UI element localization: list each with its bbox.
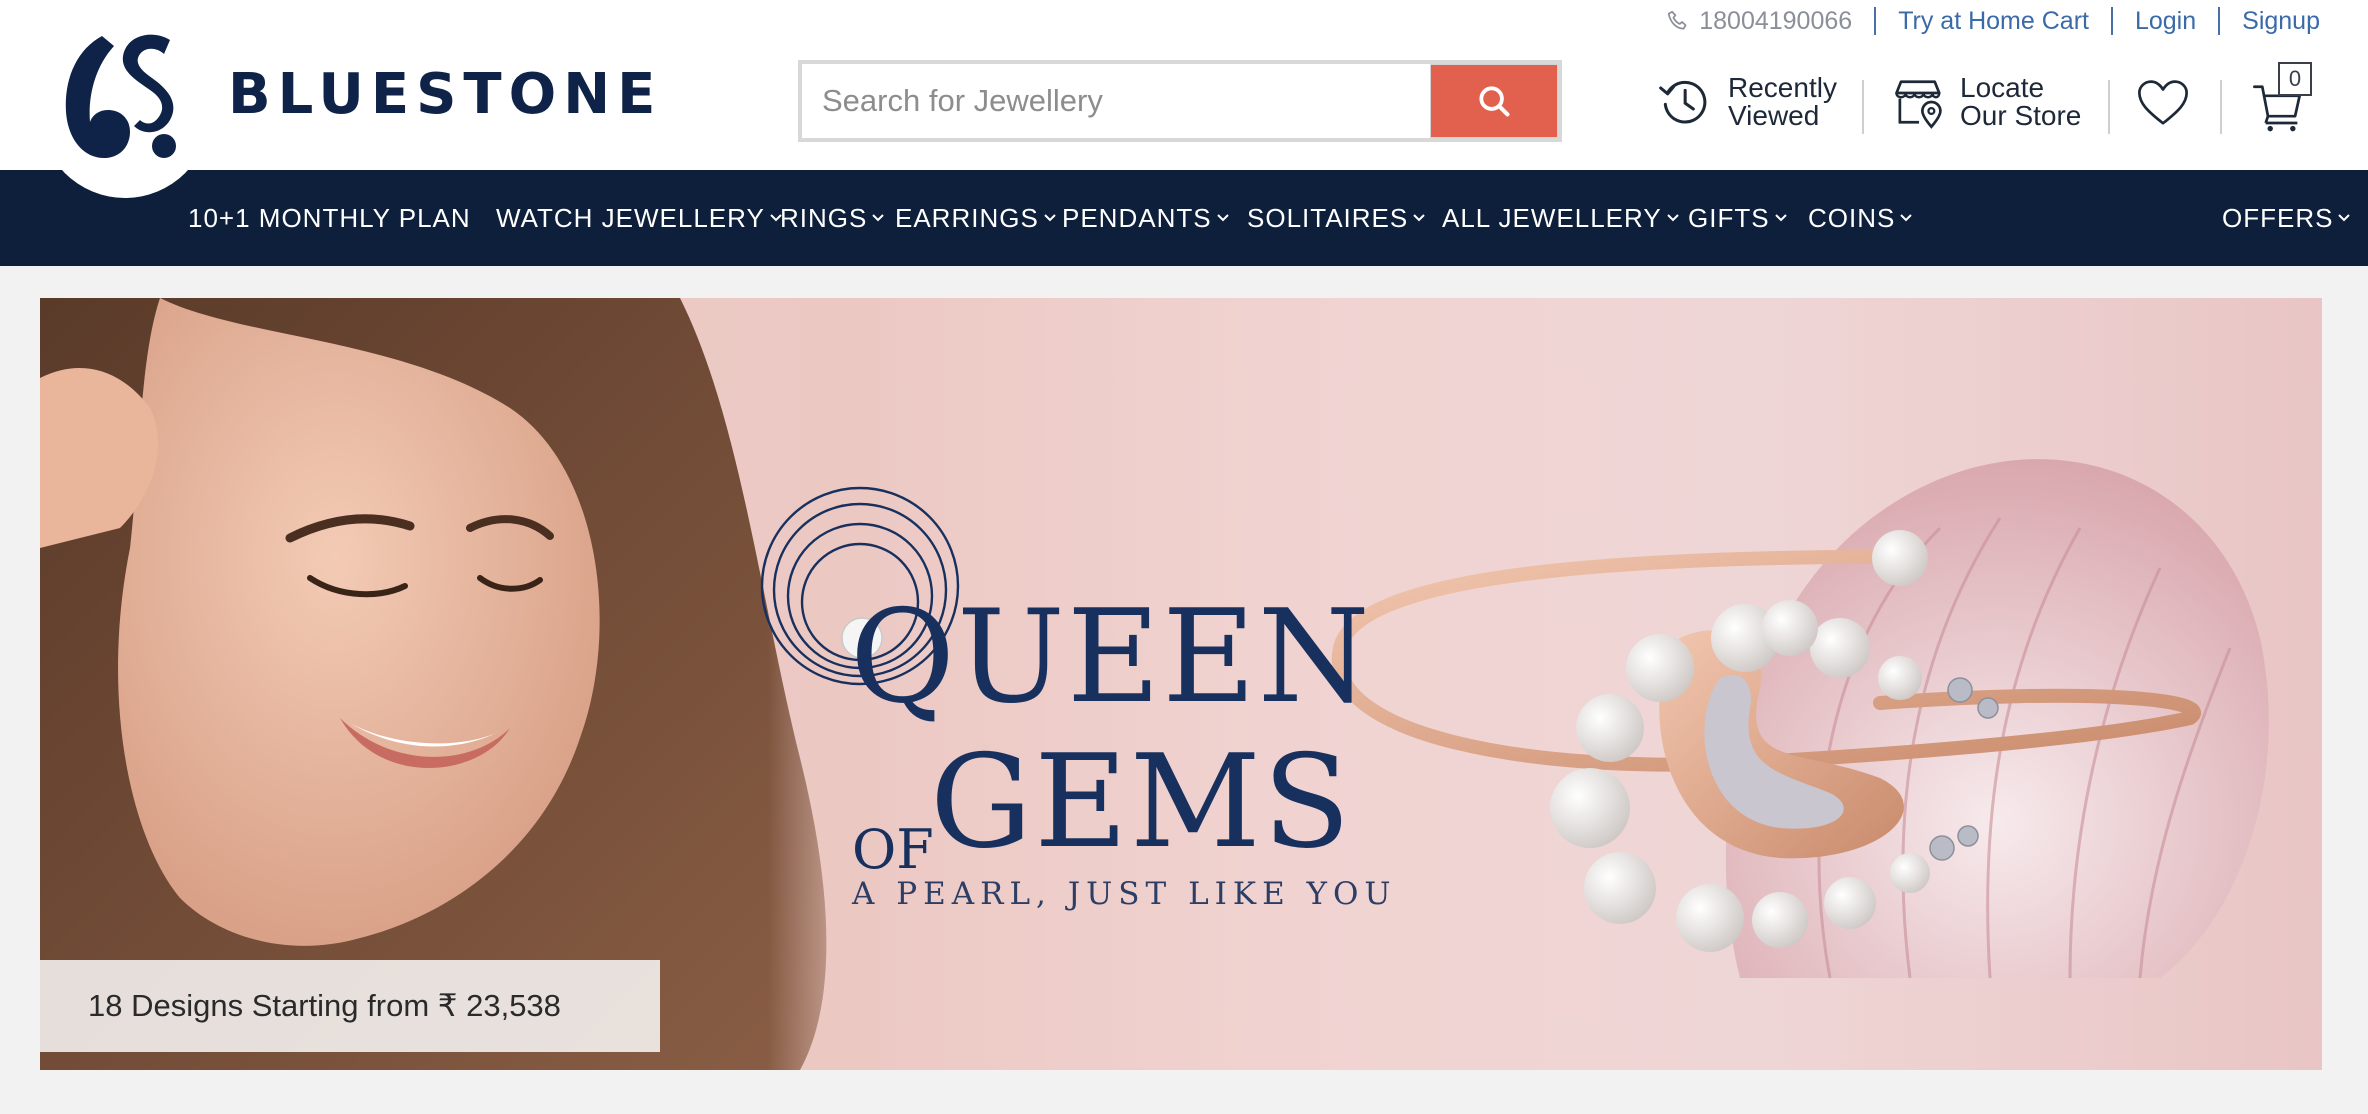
locate-store-label: Locate Our Store bbox=[1960, 74, 2081, 130]
nav-item-label: GIFTS bbox=[1688, 202, 1770, 233]
nav-item-monthly-plan[interactable]: 10+1 MONTHLY PLAN bbox=[188, 170, 471, 266]
locate-store-line2: Our Store bbox=[1960, 100, 2082, 131]
search-icon bbox=[1479, 86, 1510, 117]
chevron-down-icon bbox=[1774, 214, 1787, 222]
chevron-down-icon bbox=[1216, 214, 1229, 222]
history-clock-icon bbox=[1659, 80, 1707, 124]
try-at-home-cart-link[interactable]: Try at Home Cart bbox=[1898, 7, 2089, 36]
chevron-down-icon bbox=[1900, 214, 1913, 222]
login-link[interactable]: Login bbox=[2135, 7, 2196, 36]
divider bbox=[2110, 7, 2113, 35]
recently-viewed-button[interactable]: Recently Viewed bbox=[1656, 74, 1837, 130]
nav-item-label: ALL JEWELLERY bbox=[1442, 202, 1662, 233]
divider bbox=[2220, 80, 2222, 134]
chevron-down-icon bbox=[872, 214, 885, 222]
site-header: 18004190066 Try at Home Cart Login Signu… bbox=[0, 0, 2368, 198]
headline-queen: QUEEN bbox=[850, 583, 1372, 732]
nav-item-rings[interactable]: RINGS bbox=[780, 170, 885, 266]
brand-name[interactable]: BLUESTONE bbox=[228, 62, 662, 127]
phone-icon bbox=[1668, 10, 1687, 30]
campaign-headline: QUEEN OF GEMS A PEARL, JUST LIKE YOU bbox=[760, 478, 1391, 918]
bluestone-logo-icon[interactable] bbox=[58, 28, 188, 168]
heart-icon bbox=[2138, 80, 2188, 125]
wishlist-button[interactable] bbox=[2136, 78, 2190, 128]
locate-store-button[interactable]: Locate Our Store bbox=[1894, 74, 2081, 130]
store-locator-icon bbox=[1895, 80, 1942, 129]
nav-item-coins[interactable]: COINS bbox=[1808, 170, 1913, 266]
nav-item-label: WATCH JEWELLERY bbox=[496, 202, 765, 233]
cart-count-badge: 0 bbox=[2278, 62, 2312, 96]
divider bbox=[2108, 80, 2110, 134]
nav-item-pendants[interactable]: PENDANTS bbox=[1062, 170, 1230, 266]
nav-item-label: COINS bbox=[1808, 202, 1896, 233]
divider bbox=[1862, 80, 1864, 134]
divider bbox=[2218, 7, 2221, 35]
headline-tagline: A PEARL, JUST LIKE YOU bbox=[852, 876, 1397, 912]
nav-item-label: RINGS bbox=[780, 202, 868, 233]
nav-item-offers[interactable]: OFFERS bbox=[2222, 170, 2351, 266]
search-bar bbox=[798, 60, 1562, 142]
nav-item-label: EARRINGS bbox=[895, 202, 1039, 233]
top-bar: 18004190066 Try at Home Cart Login Signu… bbox=[1665, 6, 2320, 36]
nav-item-label: SOLITAIRES bbox=[1247, 202, 1409, 233]
locate-store-line1: Locate bbox=[1960, 72, 2045, 103]
nav-item-all-jewellery[interactable]: ALL JEWELLERY bbox=[1442, 170, 1680, 266]
designs-count-caption[interactable]: 18 Designs Starting from ₹ 23,538 bbox=[40, 960, 660, 1052]
customer-care-phone[interactable]: 18004190066 bbox=[1665, 7, 1852, 36]
hero-banner[interactable]: QUEEN OF GEMS A PEARL, JUST LIKE YOU 18 … bbox=[40, 298, 2322, 1070]
phone-number: 18004190066 bbox=[1699, 6, 1853, 35]
main-navigation: 10+1 MONTHLY PLAN WATCH JEWELLERY RINGS … bbox=[0, 170, 2368, 266]
search-button[interactable] bbox=[1430, 64, 1558, 138]
recently-viewed-line2: Viewed bbox=[1728, 100, 1820, 131]
chevron-down-icon bbox=[1666, 214, 1679, 222]
recently-viewed-line1: Recently bbox=[1728, 72, 1837, 103]
recently-viewed-label: Recently Viewed bbox=[1728, 74, 1837, 130]
chevron-down-icon bbox=[2338, 214, 2351, 222]
nav-item-label: 10+1 MONTHLY PLAN bbox=[188, 202, 471, 233]
headline-of: OF bbox=[852, 818, 934, 881]
chevron-down-icon bbox=[1044, 214, 1056, 222]
nav-item-watch-jewellery[interactable]: WATCH JEWELLERY bbox=[496, 170, 783, 266]
model-photo bbox=[40, 298, 880, 1070]
divider bbox=[1874, 7, 1877, 35]
nav-item-solitaires[interactable]: SOLITAIRES bbox=[1247, 170, 1426, 266]
nav-item-label: PENDANTS bbox=[1062, 202, 1212, 233]
nav-item-gifts[interactable]: GIFTS bbox=[1688, 170, 1788, 266]
search-input[interactable] bbox=[802, 64, 1430, 138]
pearl-bangle-image bbox=[1331, 530, 2202, 952]
nav-item-earrings[interactable]: EARRINGS bbox=[895, 170, 1057, 266]
headline-gems: GEMS bbox=[930, 728, 1353, 877]
chevron-down-icon bbox=[1413, 214, 1425, 222]
nav-item-label: OFFERS bbox=[2222, 202, 2334, 233]
signup-link[interactable]: Signup bbox=[2242, 7, 2320, 36]
